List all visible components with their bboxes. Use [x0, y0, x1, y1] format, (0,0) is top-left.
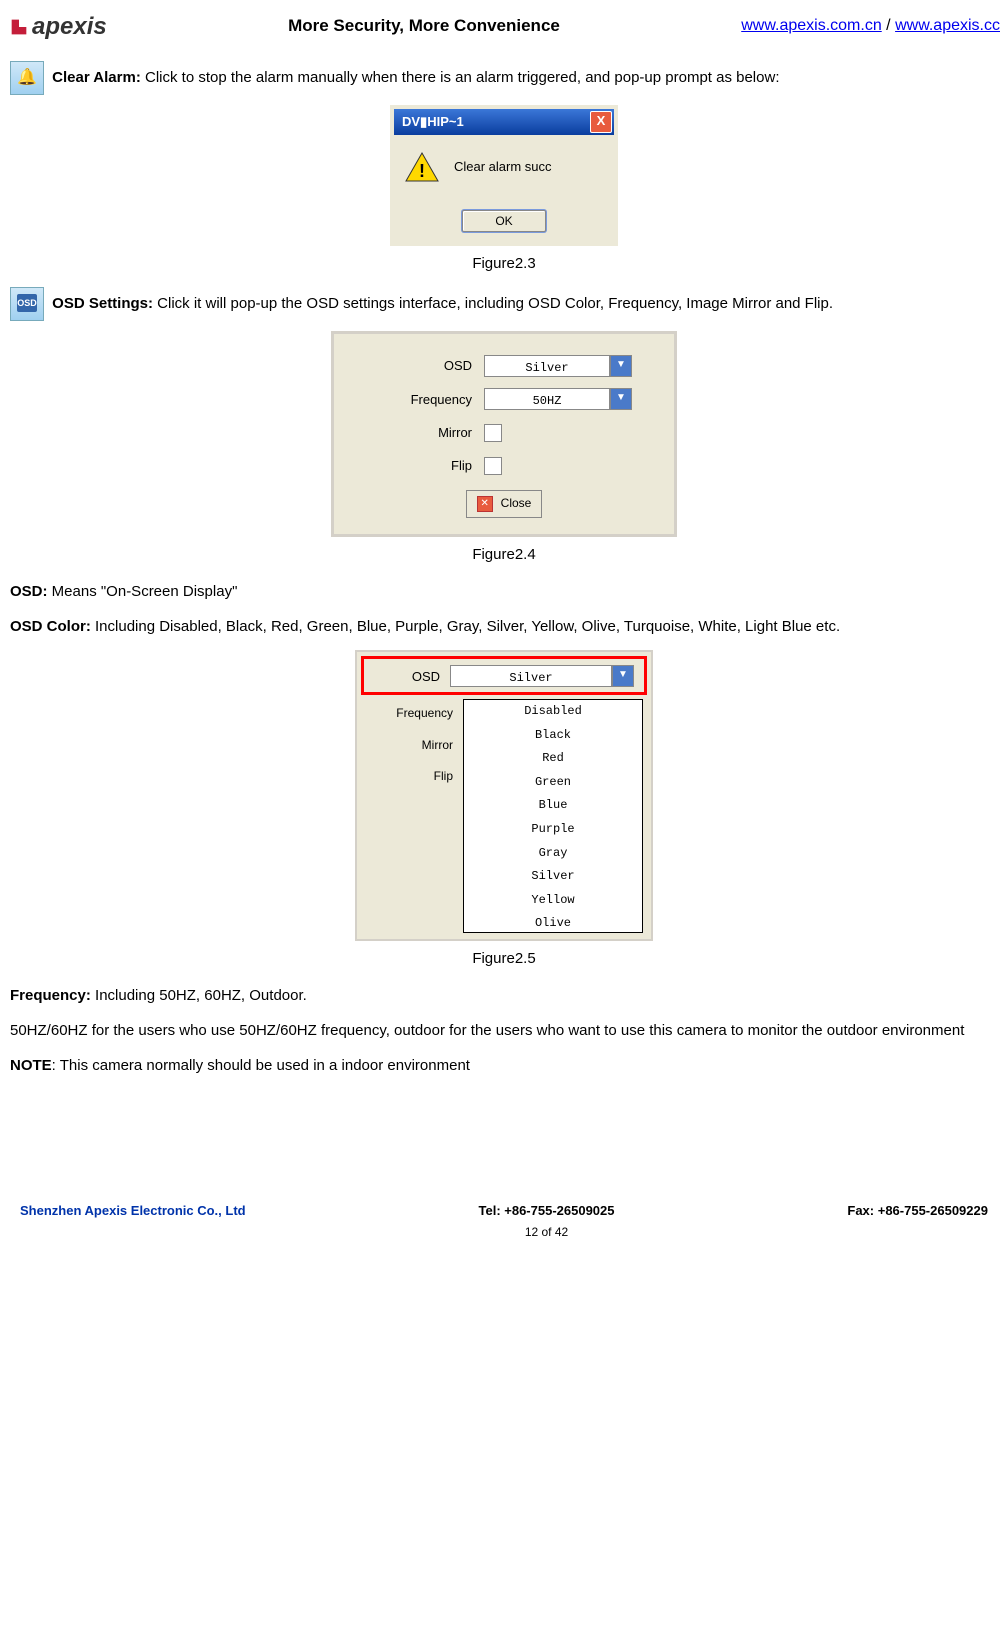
chevron-down-icon[interactable]: ▼: [610, 355, 632, 377]
logo-text: apexis: [32, 5, 107, 48]
frequency-text: Including 50HZ, 60HZ, Outdoor.: [91, 987, 307, 1004]
close-button[interactable]: ✕ Close: [466, 490, 543, 518]
flip-field-label: Flip: [362, 454, 484, 477]
osd-dropdown-dialog: OSD Silver ▼ Frequency Mirror Flip Disab…: [355, 650, 653, 941]
dropdown-option[interactable]: Blue: [464, 794, 642, 818]
clear-alarm-section: Clear Alarm: Click to stop the alarm man…: [10, 61, 998, 95]
frequency-field-label: Frequency: [362, 388, 484, 411]
dialog-footer: OK: [394, 199, 614, 242]
frequency-label: Frequency: [357, 703, 453, 725]
mirror-row: Mirror: [362, 421, 646, 444]
svg-text:!: !: [419, 161, 425, 181]
mirror-field-label: Mirror: [362, 421, 484, 444]
osd-combo-value: Silver: [484, 355, 610, 377]
osd-combo[interactable]: Silver ▼: [484, 355, 632, 377]
link-apexis-cc[interactable]: www.apexis.cc: [895, 17, 1000, 34]
frequency-detail: 50HZ/60HZ for the users who use 50HZ/60H…: [10, 1017, 998, 1044]
osd-settings-desc: Click it will pop-up the OSD settings in…: [153, 295, 833, 312]
alarm-icon: [10, 61, 44, 95]
close-button-label: Close: [501, 493, 532, 515]
osd-icon: OSD: [10, 287, 44, 321]
footer-tel: Tel: +86-755-26509025: [479, 1199, 615, 1222]
frequency-combo[interactable]: 50HZ ▼: [484, 388, 632, 410]
mirror-label: Mirror: [357, 735, 453, 757]
figure-2-3: DV▮HIP~1 X ! Clear alarm succ OK Figure2…: [10, 105, 998, 277]
osd-color-text: Including Disabled, Black, Red, Green, B…: [91, 618, 840, 635]
osd-field-label: OSD: [362, 354, 484, 377]
osd-def-text: Means "On-Screen Display": [48, 583, 238, 600]
dropdown-option[interactable]: Purple: [464, 818, 642, 842]
dialog-titlebar: DV▮HIP~1 X: [394, 109, 614, 135]
header-links: www.apexis.com.cn / www.apexis.cc: [741, 12, 1000, 41]
figure-2-5: OSD Silver ▼ Frequency Mirror Flip Disab…: [10, 650, 998, 972]
link-apexis-cn[interactable]: www.apexis.com.cn: [741, 17, 882, 34]
osd-color-label: OSD Color:: [10, 618, 91, 635]
page-footer: Shenzhen Apexis Electronic Co., Ltd Tel:…: [0, 1199, 1008, 1244]
page-number: 12 of 42: [479, 1222, 615, 1244]
page-header: apexis More Security, More Convenience w…: [0, 0, 1008, 53]
osd-settings-dialog: OSD Silver ▼ Frequency 50HZ ▼ Mirror: [331, 331, 677, 536]
frequency-combo-value: 50HZ: [484, 388, 610, 410]
osd-settings-section: OSD OSD Settings: Click it will pop-up t…: [10, 287, 998, 321]
frequency-description: Frequency: Including 50HZ, 60HZ, Outdoor…: [10, 982, 998, 1009]
warning-icon: !: [404, 151, 440, 183]
footer-fax: Fax: +86-755-26509229: [847, 1199, 988, 1244]
dropdown-option[interactable]: Green: [464, 771, 642, 795]
osd-row: OSD Silver ▼: [362, 354, 646, 377]
ok-button[interactable]: OK: [462, 210, 546, 232]
chevron-down-icon[interactable]: ▼: [610, 388, 632, 410]
dropdown-option[interactable]: Black: [464, 724, 642, 748]
note-text: : This camera normally should be used in…: [52, 1057, 470, 1074]
dropdown-option[interactable]: Disabled: [464, 700, 642, 724]
flip-checkbox[interactable]: [484, 457, 502, 475]
flip-row: Flip: [362, 454, 646, 477]
tagline: More Security, More Convenience: [288, 11, 560, 42]
osd-highlighted-row: OSD Silver ▼: [361, 656, 647, 695]
mirror-checkbox[interactable]: [484, 424, 502, 442]
figure-label-2-5: Figure2.5: [10, 945, 998, 972]
osd-def-label: OSD:: [10, 583, 48, 600]
logo-icon: [8, 16, 30, 38]
osd-dropdown-list[interactable]: Disabled Black Red Green Blue Purple Gra…: [463, 699, 643, 933]
frequency-row: Frequency 50HZ ▼: [362, 388, 646, 411]
osd-field-label: OSD: [384, 665, 450, 688]
frequency-label: Frequency:: [10, 987, 91, 1004]
close-icon[interactable]: X: [590, 111, 612, 133]
chevron-down-icon[interactable]: ▼: [612, 665, 634, 687]
dialog-message: Clear alarm succ: [454, 155, 552, 178]
dropdown-option[interactable]: Yellow: [464, 889, 642, 913]
close-icon: ✕: [477, 496, 493, 512]
clear-alarm-label: Clear Alarm:: [52, 69, 141, 86]
clear-alarm-desc: Click to stop the alarm manually when th…: [141, 69, 780, 86]
dialog-title: DV▮HIP~1: [396, 110, 464, 133]
dropdown-option[interactable]: Olive: [464, 912, 642, 933]
dialog3-side-labels: Frequency Mirror Flip: [357, 699, 463, 939]
dropdown-option[interactable]: Gray: [464, 842, 642, 866]
figure-label-2-4: Figure2.4: [10, 541, 998, 568]
footer-company: Shenzhen Apexis Electronic Co., Ltd: [20, 1199, 246, 1244]
flip-label: Flip: [357, 766, 453, 788]
osd-definition: OSD: Means "On-Screen Display": [10, 578, 998, 605]
figure-2-4: OSD Silver ▼ Frequency 50HZ ▼ Mirror: [10, 331, 998, 567]
dropdown-option[interactable]: Red: [464, 747, 642, 771]
note-line: NOTE: This camera normally should be use…: [10, 1052, 998, 1079]
osd-color-description: OSD Color: Including Disabled, Black, Re…: [10, 613, 998, 640]
figure-label-2-3: Figure2.3: [10, 250, 998, 277]
clear-alarm-dialog: DV▮HIP~1 X ! Clear alarm succ OK: [390, 105, 618, 246]
osd-combo-expanded[interactable]: Silver ▼: [450, 665, 634, 687]
osd-combo-value: Silver: [450, 665, 612, 687]
dialog-body: ! Clear alarm succ: [394, 135, 614, 199]
logo: apexis: [8, 5, 107, 48]
osd-settings-label: OSD Settings:: [52, 295, 153, 312]
dropdown-option[interactable]: Silver: [464, 865, 642, 889]
note-label: NOTE: [10, 1057, 52, 1074]
